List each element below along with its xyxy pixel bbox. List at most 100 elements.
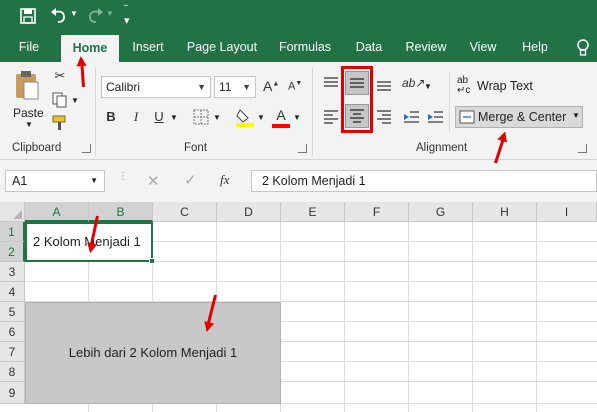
- column-header-g[interactable]: G: [409, 202, 473, 222]
- undo-icon[interactable]: [50, 8, 68, 24]
- chevron-down-icon: ▼: [242, 82, 251, 92]
- increase-indent-icon[interactable]: [426, 109, 444, 125]
- wrap-text-button[interactable]: ab ↵c Wrap Text: [455, 76, 575, 98]
- bold-button[interactable]: B: [104, 109, 118, 124]
- clipboard-launcher-icon[interactable]: [82, 144, 91, 153]
- ribbon-tabs: File Home Insert Page Layout Formulas Da…: [0, 32, 597, 62]
- tab-insert[interactable]: Insert: [126, 32, 170, 62]
- column-header-c[interactable]: C: [153, 202, 217, 222]
- orientation-dropdown-icon[interactable]: ▼: [424, 82, 432, 91]
- clipboard-group-label: Clipboard: [12, 142, 62, 154]
- font-name-select[interactable]: Calibri ▼: [101, 76, 211, 98]
- insert-function-button[interactable]: fx: [220, 172, 229, 188]
- row-header-9[interactable]: 9: [0, 382, 25, 404]
- copy-icon[interactable]: [52, 92, 68, 108]
- decrease-indent-icon[interactable]: [402, 109, 420, 125]
- tab-help[interactable]: Help: [514, 32, 556, 62]
- column-header-a[interactable]: A: [25, 202, 89, 222]
- divider: [312, 68, 313, 156]
- merge-center-button[interactable]: Merge & Center ▼: [455, 106, 583, 128]
- underline-button[interactable]: U: [152, 109, 166, 124]
- select-all-corner[interactable]: [0, 202, 25, 222]
- tab-file[interactable]: File: [10, 32, 48, 62]
- italic-button[interactable]: I: [129, 109, 143, 125]
- enter-icon[interactable]: ✓: [184, 171, 197, 189]
- divider: [95, 68, 96, 156]
- gridline: [408, 222, 409, 412]
- font-color-icon[interactable]: A: [274, 107, 288, 123]
- merge-center-icon: [459, 110, 475, 124]
- fill-handle[interactable]: [149, 258, 155, 264]
- cancel-icon[interactable]: ✕: [147, 172, 160, 190]
- tab-view[interactable]: View: [462, 32, 504, 62]
- alignment-launcher-icon[interactable]: [578, 144, 587, 153]
- wrap-text-icon: ab ↵c: [457, 75, 471, 96]
- name-box[interactable]: A1 ▼: [5, 170, 105, 192]
- customize-qat-icon[interactable]: ‾ ▾: [124, 6, 130, 27]
- ribbon-home: Paste ▼ ✂ ▼ Clipboard Calibri ▼ 11 ▼ A▲ A▼…: [0, 62, 597, 160]
- font-launcher-icon[interactable]: [298, 144, 307, 153]
- merge-center-label: Merge & Center: [478, 110, 567, 124]
- grow-font-icon[interactable]: A▲: [263, 78, 279, 94]
- row-header-7[interactable]: 7: [0, 342, 25, 362]
- align-right-icon[interactable]: [375, 109, 393, 125]
- row-header-4[interactable]: 4: [0, 282, 25, 302]
- row-header-5[interactable]: 5: [0, 302, 25, 322]
- orientation-icon[interactable]: ab↗: [402, 76, 425, 90]
- row-header-3[interactable]: 3: [0, 262, 25, 282]
- tab-home[interactable]: Home: [61, 35, 119, 62]
- fill-color-dropdown-icon[interactable]: ▼: [257, 113, 265, 122]
- bottom-align-icon[interactable]: [375, 76, 393, 92]
- fill-color-icon[interactable]: [236, 107, 254, 127]
- tab-data[interactable]: Data: [348, 32, 390, 62]
- row-header-2[interactable]: 2: [0, 242, 25, 262]
- tab-review[interactable]: Review: [400, 32, 452, 62]
- paste-icon[interactable]: [14, 70, 40, 100]
- tab-formulas[interactable]: Formulas: [274, 32, 336, 62]
- save-icon[interactable]: [20, 8, 36, 24]
- cut-icon[interactable]: ✂: [52, 68, 68, 84]
- middle-align-button[interactable]: [345, 71, 369, 95]
- tab-page-layout[interactable]: Page Layout: [182, 32, 262, 62]
- borders-icon[interactable]: [193, 109, 209, 125]
- redo-icon[interactable]: [86, 8, 104, 24]
- wrap-text-label: Wrap Text: [477, 79, 533, 93]
- middle-align-icon: [350, 78, 364, 88]
- merged-cell-a5-d9[interactable]: Lebih dari 2 Kolom Menjadi 1: [25, 302, 281, 404]
- column-header-e[interactable]: E: [281, 202, 345, 222]
- center-align-icon: [350, 109, 364, 123]
- font-size-select[interactable]: 11 ▼: [214, 76, 256, 98]
- underline-dropdown-icon[interactable]: ▼: [170, 113, 178, 122]
- gridline: [472, 222, 473, 412]
- quick-access-toolbar: ▼ ▼ ‾ ▾: [0, 0, 597, 32]
- paste-dropdown-icon[interactable]: ▼: [25, 120, 33, 129]
- column-header-f[interactable]: F: [345, 202, 409, 222]
- column-header-h[interactable]: H: [473, 202, 537, 222]
- format-painter-icon[interactable]: [52, 115, 70, 131]
- paste-label[interactable]: Paste: [13, 106, 44, 120]
- font-size-value: 11: [219, 80, 232, 94]
- top-align-icon[interactable]: [322, 76, 340, 92]
- shrink-font-icon[interactable]: A▼: [288, 80, 302, 93]
- row-header-1[interactable]: 1: [0, 222, 25, 242]
- align-left-icon[interactable]: [322, 109, 340, 125]
- redo-dropdown-icon[interactable]: ▼: [106, 9, 114, 18]
- column-header-b[interactable]: B: [89, 202, 153, 222]
- font-color-dropdown-icon[interactable]: ▼: [293, 113, 301, 122]
- copy-dropdown-icon[interactable]: ▼: [71, 96, 79, 105]
- column-header-d[interactable]: D: [217, 202, 281, 222]
- center-align-button[interactable]: [345, 104, 369, 128]
- alignment-group-label: Alignment: [416, 142, 468, 154]
- merge-dropdown-icon[interactable]: ▼: [572, 111, 580, 120]
- row-header-8[interactable]: 8: [0, 362, 25, 382]
- row-header-6[interactable]: 6: [0, 322, 25, 342]
- formula-input[interactable]: 2 Kolom Menjadi 1: [251, 170, 597, 192]
- undo-dropdown-icon[interactable]: ▼: [70, 9, 78, 18]
- lightbulb-icon[interactable]: [576, 39, 590, 57]
- worksheet-grid[interactable]: A B C D E F G H I 1 2 3 4 5 6 7 8 9 2 Ko…: [0, 202, 597, 412]
- gridline: [344, 222, 345, 412]
- select-all-icon: [13, 210, 22, 219]
- borders-dropdown-icon[interactable]: ▼: [213, 113, 221, 122]
- gridline: [25, 281, 597, 282]
- column-header-i[interactable]: I: [537, 202, 597, 222]
